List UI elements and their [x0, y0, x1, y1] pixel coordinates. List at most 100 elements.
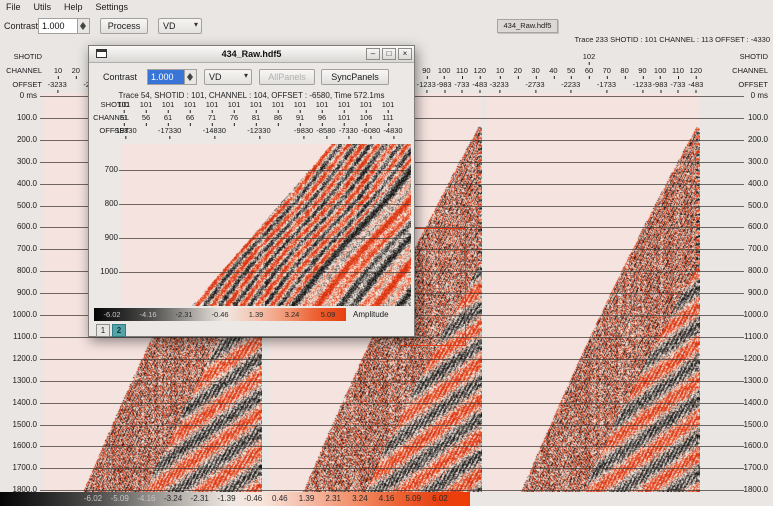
dialog-chevron-down-icon: ▾ [244, 71, 248, 80]
menu-item-utils[interactable]: Utils [34, 2, 52, 12]
offset-tick-label: -1733 [597, 81, 616, 89]
offset-tick-label: -733 [670, 81, 685, 89]
time-label-right: 1000.0 [700, 311, 768, 319]
dialog-colorbar-tick-label: 3.24 [285, 311, 300, 319]
channel-tick-label: 70 [603, 67, 611, 75]
time-label-left: 700.0 [0, 245, 37, 253]
dialog-shotid-value: 101 [206, 101, 219, 109]
dialog-shotid-value: 101 [338, 101, 351, 109]
offset-tick-label: -2733 [525, 81, 544, 89]
colorbar-tick-label: 6.02 [432, 495, 448, 503]
menu-item-file[interactable]: File [6, 2, 21, 12]
dialog-titlebar[interactable]: 434_Raw.hdf5 – □ × [89, 46, 414, 63]
dialog-contrast-spinbox[interactable]: 1.000 [147, 69, 197, 85]
dialog-offset-row-label: OFFSET [89, 127, 129, 135]
offset-tick-label: -483 [688, 81, 703, 89]
menu-item-settings[interactable]: Settings [96, 2, 129, 12]
time-label-right: 1500.0 [700, 421, 768, 429]
time-label-right: 700.0 [700, 245, 768, 253]
menubar: File Utils Help Settings [0, 0, 773, 14]
time-label-left: 1100.0 [0, 333, 37, 341]
dialog-shotid-value: 101 [250, 101, 263, 109]
document-tab[interactable]: 434_Raw.hdf5 [497, 19, 558, 33]
dialog-display-mode-dropdown[interactable]: VD ▾ [204, 69, 252, 85]
colorbar-tick-label: -0.46 [244, 495, 262, 503]
time-label-right: 800.0 [700, 267, 768, 275]
channel-tick-label: 50 [567, 67, 575, 75]
spinner-arrows-icon[interactable] [77, 19, 89, 33]
offset-tick-label: -1233 [417, 81, 436, 89]
dialog-channel-value: 106 [360, 114, 373, 122]
dialog-time-gridline [119, 238, 411, 239]
dialog-colorbar-tick-label: -4.16 [139, 311, 156, 319]
time-label-right: 1400.0 [700, 399, 768, 407]
dialog-shotid-value: 101 [184, 101, 197, 109]
time-label-left: 1400.0 [0, 399, 37, 407]
maximize-icon[interactable]: □ [382, 48, 396, 60]
dialog-time-gridline [119, 272, 411, 273]
dialog-page-tab-1[interactable]: 1 [96, 324, 110, 337]
dialog-channel-value: 101 [338, 114, 351, 122]
channel-tick-label: 100 [438, 67, 451, 75]
dialog-channel-value: 81 [252, 114, 260, 122]
time-gridline [40, 337, 744, 338]
colorbar-tick-label: 4.16 [379, 495, 395, 503]
menu-item-help[interactable]: Help [64, 2, 83, 12]
axis-row-label-left: SHOTID [0, 53, 42, 61]
close-icon[interactable]: × [398, 48, 412, 60]
time-label-left: 1000.0 [0, 311, 37, 319]
offset-tick-label: -3233 [490, 81, 509, 89]
dialog-contrast-label: Contrast [103, 72, 137, 82]
axis-row-label-right: CHANNEL [700, 67, 768, 75]
colorbar-tick-label: -1.39 [217, 495, 235, 503]
chevron-down-icon: ▾ [194, 20, 198, 29]
contrast-value[interactable]: 1.000 [39, 19, 77, 33]
time-label-left: 100.0 [0, 114, 37, 122]
colorbar-tick-label: 1.39 [299, 495, 315, 503]
time-gridline [40, 403, 744, 404]
time-label-right: 900.0 [700, 289, 768, 297]
syncpanels-button[interactable]: SyncPanels [321, 69, 389, 85]
dialog-time-label: 900 [89, 234, 118, 242]
contrast-spinbox[interactable]: 1.000 [38, 18, 90, 34]
allpanels-button[interactable]: AllPanels [259, 69, 315, 85]
time-label-left: 0 ms [0, 92, 37, 100]
time-label-right: 1800.0 [700, 486, 768, 494]
channel-tick-label: 100 [654, 67, 667, 75]
channel-tick-label: 10 [54, 67, 62, 75]
process-button[interactable]: Process [100, 18, 148, 34]
dialog-shotid-value: 101 [140, 101, 153, 109]
dialog-page-tab-2[interactable]: 2 [112, 324, 126, 337]
minimize-icon[interactable]: – [366, 48, 380, 60]
dialog-shotid-value: 101 [228, 101, 241, 109]
offset-tick-label: -2233 [561, 81, 580, 89]
dialog-channel-value: 111 [382, 114, 393, 122]
time-label-left: 1600.0 [0, 442, 37, 450]
time-label-left: 600.0 [0, 223, 37, 231]
time-label-right: 1300.0 [700, 377, 768, 385]
time-label-left: 1200.0 [0, 355, 37, 363]
display-mode-dropdown[interactable]: VD ▾ [158, 18, 202, 34]
dialog-amplitude-colorbar: -6.02-4.16-2.31-0.461.393.245.09 [94, 308, 346, 321]
dialog-offset-value: -17330 [158, 127, 181, 135]
dialog-contrast-value[interactable]: 1.000 [148, 70, 184, 84]
dialog-offset-value: -8580 [316, 127, 335, 135]
colorbar-tick-label: -2.31 [191, 495, 209, 503]
time-label-left: 1300.0 [0, 377, 37, 385]
dialog-time-label: 800 [89, 200, 118, 208]
dialog-colorbar-tick-label: -6.02 [103, 311, 120, 319]
channel-tick-label: 60 [585, 67, 593, 75]
channel-tick-label: 120 [474, 67, 487, 75]
time-label-right: 1200.0 [700, 355, 768, 363]
dialog-time-label: 700 [89, 166, 118, 174]
dialog-seismic-canvas[interactable] [121, 144, 411, 306]
time-label-right: 500.0 [700, 202, 768, 210]
dialog-offset-value: -6080 [361, 127, 380, 135]
time-gridline [40, 359, 744, 360]
dialog-channel-value: 76 [230, 114, 238, 122]
dialog-channel-value: 61 [164, 114, 172, 122]
dialog-spinner-arrows-icon[interactable] [184, 70, 196, 84]
time-label-right: 100.0 [700, 114, 768, 122]
offset-tick-label: -483 [472, 81, 487, 89]
amplitude-label: Amplitude [353, 310, 389, 319]
